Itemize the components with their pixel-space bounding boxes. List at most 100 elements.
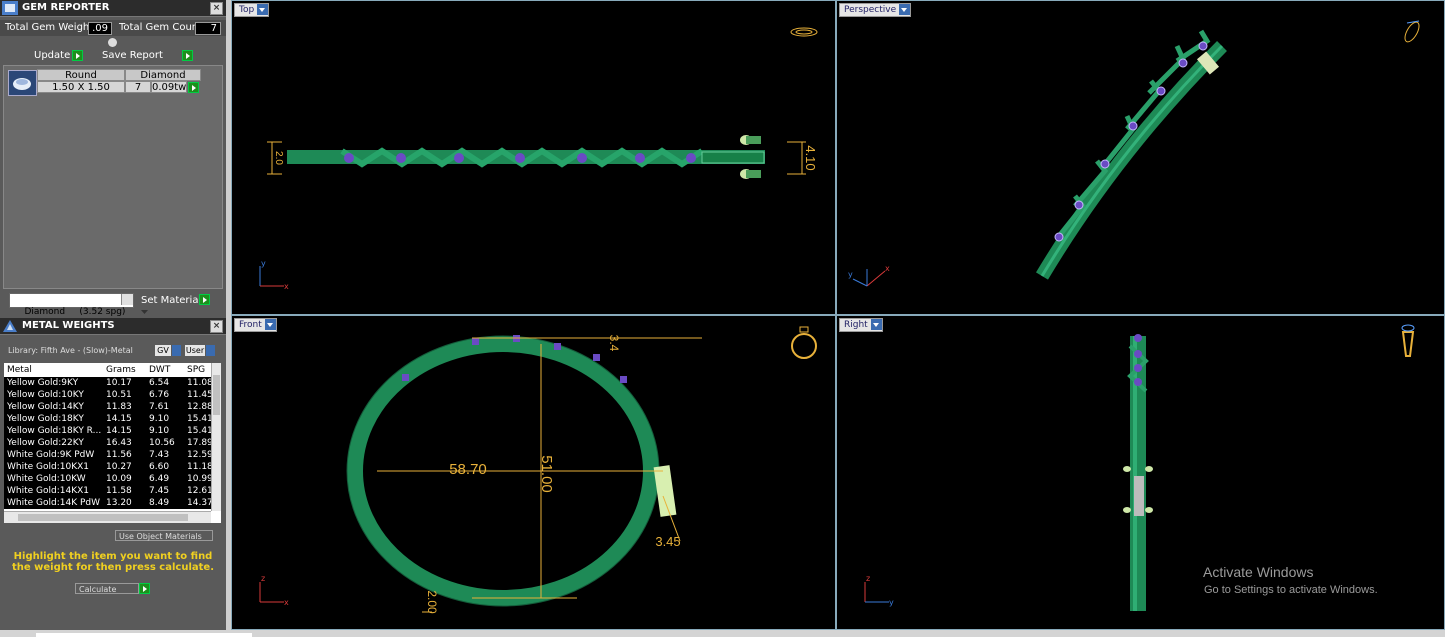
table-cell: 12.61 xyxy=(187,486,211,496)
table-cell: 9.10 xyxy=(149,426,170,436)
chevron-down-icon[interactable] xyxy=(870,319,882,330)
user-toggle-icon[interactable] xyxy=(206,345,215,356)
gem-count-cell[interactable]: 7 xyxy=(125,81,151,93)
horizontal-scrollbar[interactable] xyxy=(4,511,211,523)
chevron-down-icon[interactable] xyxy=(257,4,269,15)
table-row[interactable]: Yellow Gold:18KY 14.15 9.10 15.41 xyxy=(4,413,221,425)
gem-shape-header: Round xyxy=(37,69,125,81)
update-go-icon[interactable] xyxy=(72,50,83,61)
front-dim-width: 58.70 xyxy=(449,461,487,478)
table-row[interactable]: White Gold:10KX1 10.27 6.60 11.18 xyxy=(4,461,221,473)
close-icon[interactable]: × xyxy=(210,2,223,15)
viewport-right-label: Right xyxy=(844,320,868,330)
table-cell: 6.54 xyxy=(149,378,170,388)
use-object-materials-checkbox[interactable]: Use Object Materials xyxy=(115,530,213,541)
table-row[interactable]: White Gold:14KX1 11.58 7.45 12.61 xyxy=(4,485,221,497)
table-cell: 10.27 xyxy=(106,462,132,472)
table-cell: White Gold:14K PdW xyxy=(7,498,101,508)
table-cell: Yellow Gold:10KY xyxy=(7,390,84,400)
viewport-front-tab[interactable]: Front xyxy=(234,318,277,332)
col-metal: Metal xyxy=(7,365,32,375)
gv-toggle[interactable]: GV xyxy=(155,345,171,356)
table-row[interactable]: White Gold:9K PdW 11.56 7.43 12.59 xyxy=(4,449,221,461)
chevron-down-icon[interactable] xyxy=(264,319,276,330)
table-cell: Yellow Gold:22KY xyxy=(7,438,84,448)
gem-row-go-icon[interactable] xyxy=(188,82,199,93)
gem-size-cell[interactable]: 1.50 X 1.50 xyxy=(37,81,125,93)
viewport-right[interactable]: zy Right Activate Windows Go to Settings… xyxy=(836,315,1445,630)
user-toggle[interactable]: User xyxy=(185,345,205,356)
viewport-top-tab[interactable]: Top xyxy=(234,3,270,17)
table-cell: 15.41 xyxy=(187,414,211,424)
top-view-canvas[interactable]: 4.10 2.0 yx xyxy=(232,1,835,314)
table-row[interactable]: Yellow Gold:14KY 11.83 7.61 12.88 xyxy=(4,401,221,413)
front-view-ring-icon[interactable] xyxy=(791,326,817,359)
calculate-go-icon[interactable] xyxy=(139,583,150,594)
front-dim-height: 51.00 xyxy=(538,455,555,493)
table-row[interactable]: White Gold:14K PdW 13.20 8.49 14.37 xyxy=(4,497,221,509)
table-cell: White Gold:14KX1 xyxy=(7,486,90,496)
table-cell: 15.41 xyxy=(187,426,211,436)
table-cell: 11.45 xyxy=(187,390,211,400)
material-select[interactable]: Diamond (3.52 spg) xyxy=(9,293,149,317)
table-cell: 6.76 xyxy=(149,390,170,400)
right-view-canvas[interactable]: zy xyxy=(837,316,1444,629)
gem-reporter-icon xyxy=(2,1,18,15)
table-cell: 14.15 xyxy=(106,426,132,436)
viewport-top-label: Top xyxy=(239,5,255,15)
table-cell: 12.59 xyxy=(187,450,211,460)
top-dim-width: 4.10 xyxy=(803,145,818,170)
table-row[interactable]: Yellow Gold:18KY R... 14.15 9.10 15.41 xyxy=(4,425,221,437)
table-cell: White Gold:9K PdW xyxy=(7,450,95,460)
gem-weight-cell[interactable]: 0.09tw xyxy=(151,81,187,93)
perspective-ring-icon[interactable] xyxy=(1402,20,1422,44)
right-view-ring-icon[interactable] xyxy=(1401,324,1415,357)
table-cell: 8.49 xyxy=(149,498,170,508)
table-cell: 12.88 xyxy=(187,402,211,412)
table-cell: 14.37 xyxy=(187,498,211,508)
table-cell: 10.56 xyxy=(149,438,175,448)
set-material-go-icon[interactable] xyxy=(199,294,210,305)
top-view-ring-icon[interactable] xyxy=(790,27,818,37)
save-report-button[interactable]: Save Report xyxy=(102,50,163,61)
viewport-top[interactable]: 4.10 2.0 yx Top xyxy=(231,0,836,315)
viewport-perspective-tab[interactable]: Perspective xyxy=(839,3,912,17)
save-report-go-icon[interactable] xyxy=(182,50,193,61)
set-material-button[interactable]: Set Material xyxy=(141,295,201,306)
hscrollbar-thumb[interactable] xyxy=(18,514,188,521)
update-button[interactable]: Update xyxy=(34,50,70,61)
perspective-view-canvas[interactable]: yx xyxy=(837,1,1444,314)
round-gem-icon[interactable] xyxy=(8,70,37,96)
activate-windows-title: Activate Windows xyxy=(1203,564,1314,580)
chevron-down-icon[interactable] xyxy=(121,294,149,314)
vertical-scrollbar[interactable] xyxy=(211,363,221,511)
table-row[interactable]: Yellow Gold:22KY 16.43 10.56 17.89 xyxy=(4,437,221,449)
total-gem-weight-value: .09 xyxy=(88,22,112,35)
table-cell: 11.08 xyxy=(187,378,211,388)
viewport-perspective[interactable]: yx Perspective xyxy=(836,0,1445,315)
viewport-front-label: Front xyxy=(239,320,262,330)
table-cell: 10.09 xyxy=(106,474,132,484)
table-row[interactable]: Yellow Gold:10KY 10.51 6.76 11.45 xyxy=(4,389,221,401)
scrollbar-thumb[interactable] xyxy=(213,375,220,415)
chevron-down-icon[interactable] xyxy=(899,4,911,15)
svg-text:y: y xyxy=(261,259,266,268)
table-cell: 7.43 xyxy=(149,450,170,460)
table-row[interactable]: Yellow Gold:9KY 10.17 6.54 11.08 xyxy=(4,377,221,389)
front-view-canvas[interactable]: 58.70 51.00 3.4 2.00 3.45 zx xyxy=(232,316,835,629)
svg-text:x: x xyxy=(284,598,289,607)
activate-windows-subtitle: Go to Settings to activate Windows. xyxy=(1204,584,1378,596)
close-icon[interactable]: × xyxy=(210,320,223,333)
top-dim-height: 2.0 xyxy=(273,151,284,165)
table-cell: 7.45 xyxy=(149,486,170,496)
table-cell: Yellow Gold:18KY R... xyxy=(7,426,102,436)
metal-weights-icon xyxy=(3,320,17,332)
table-row[interactable]: White Gold:10KW 10.09 6.49 10.99 xyxy=(4,473,221,485)
table-cell: 6.60 xyxy=(149,462,170,472)
viewport-front[interactable]: 58.70 51.00 3.4 2.00 3.45 zx Front xyxy=(231,315,836,630)
gv-toggle-icon[interactable] xyxy=(172,345,181,356)
collapse-toggle-icon[interactable] xyxy=(108,38,117,47)
calculate-button[interactable]: Calculate xyxy=(75,583,139,594)
viewport-right-tab[interactable]: Right xyxy=(839,318,883,332)
metal-weights-title: METAL WEIGHTS xyxy=(22,320,115,331)
